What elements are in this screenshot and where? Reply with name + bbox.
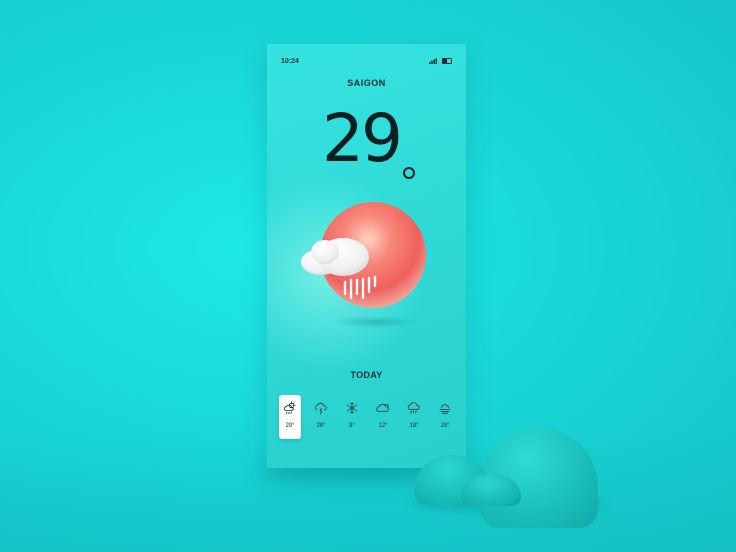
sun-cloud-rain-icon xyxy=(283,401,296,415)
status-icons xyxy=(429,58,452,64)
forecast-temp: 28° xyxy=(316,423,326,429)
forecast-item-1[interactable]: 29° xyxy=(279,395,301,439)
sun-fog-icon xyxy=(439,404,451,414)
signal-icon xyxy=(429,58,437,64)
forecast-label: TODAY xyxy=(350,370,383,380)
forecast-strip: 29° 28° 9° 12° 19° 29° xyxy=(279,395,456,439)
battery-icon xyxy=(442,58,452,64)
cloud-icon xyxy=(376,403,389,412)
forecast-item-2[interactable]: 28° xyxy=(310,395,332,439)
degree-symbol xyxy=(403,167,415,179)
forecast-item-5[interactable]: 19° xyxy=(403,395,425,439)
forecast-item-4[interactable]: 12° xyxy=(372,395,394,439)
forecast-temp: 29° xyxy=(285,423,295,429)
phone-screen: 10:24 SAIGON 29 TODAY 29° 28° 9° 12° 19°… xyxy=(267,44,466,468)
status-time: 10:24 xyxy=(281,57,299,65)
forecast-item-6[interactable]: 29° xyxy=(434,395,456,439)
cloud-rain-icon xyxy=(407,402,420,414)
forecast-temp: 9° xyxy=(349,423,355,429)
scene-background: 10:24 SAIGON 29 TODAY 29° 28° 9° 12° 19°… xyxy=(0,0,736,552)
forecast-temp: 12° xyxy=(378,423,388,429)
sun-cloud-rain-icon xyxy=(301,202,426,328)
current-temperature: 29 xyxy=(322,100,403,177)
forecast-item-3[interactable]: 9° xyxy=(341,395,363,439)
city-name: SAIGON xyxy=(347,78,386,88)
snowflake-icon xyxy=(346,402,358,414)
status-bar: 10:24 xyxy=(281,55,452,67)
forecast-temp: 29° xyxy=(440,423,450,429)
forecast-temp: 19° xyxy=(409,423,419,429)
cloud-lightning-icon xyxy=(315,402,327,415)
